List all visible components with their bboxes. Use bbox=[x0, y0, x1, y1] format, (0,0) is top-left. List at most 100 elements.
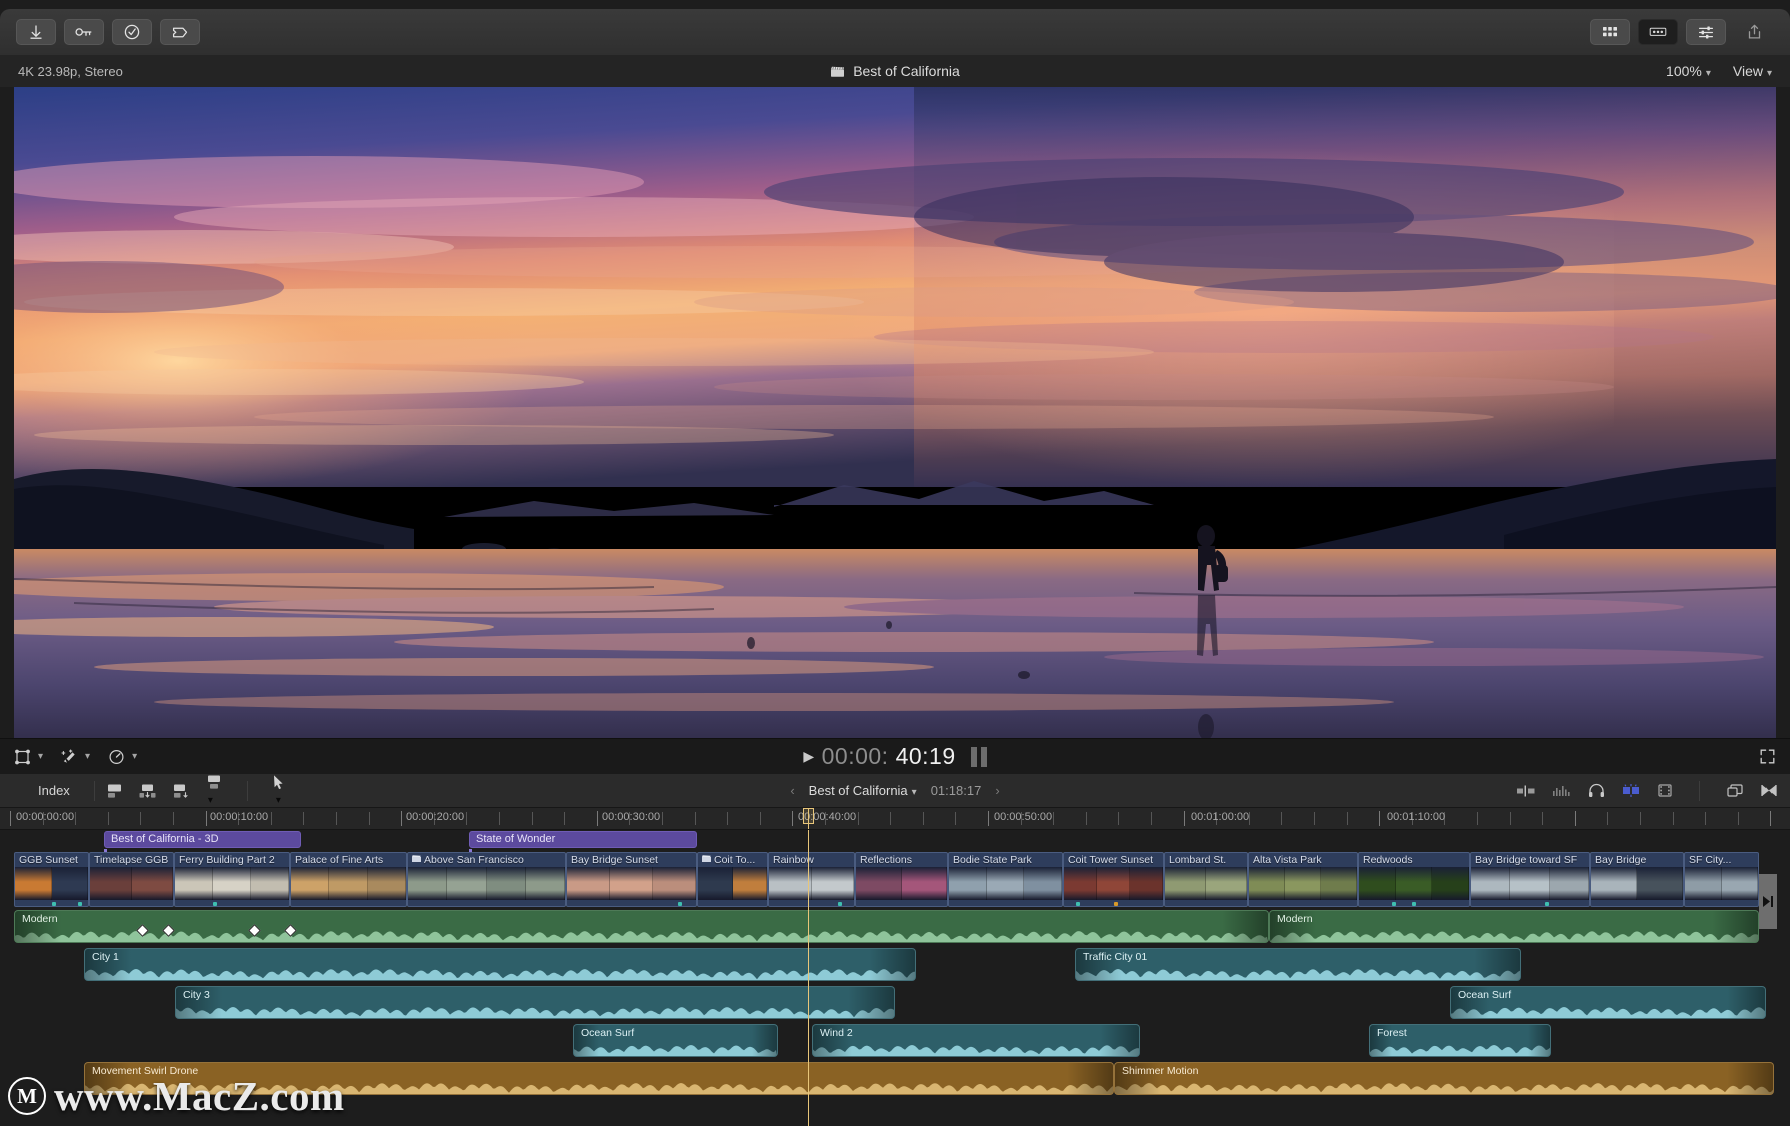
analysis-button[interactable] bbox=[112, 19, 152, 45]
clip-name-label: City 3 bbox=[183, 989, 210, 1001]
ruler-tick bbox=[1509, 812, 1511, 825]
audio-clip[interactable]: City 3 bbox=[175, 986, 895, 1019]
pause-bars-icon bbox=[970, 746, 987, 767]
clip-filmstrip bbox=[769, 867, 854, 900]
import-media-button[interactable] bbox=[16, 19, 56, 45]
macz-logo-icon: M bbox=[8, 1077, 46, 1115]
playhead-handle[interactable] bbox=[803, 808, 814, 824]
title-clip[interactable]: Best of California - 3D bbox=[104, 831, 301, 848]
browser-button[interactable] bbox=[1590, 19, 1630, 45]
ruler-tick bbox=[1118, 812, 1120, 825]
overwrite-button[interactable]: ▾ bbox=[204, 774, 223, 808]
clip-filmstrip bbox=[291, 867, 406, 900]
clip-appearance-button[interactable] bbox=[1516, 784, 1536, 798]
title-clips-row: Best of California - 3D State of Wonder bbox=[0, 830, 1790, 852]
audio-waveform bbox=[15, 929, 1268, 942]
video-clip[interactable]: SF City... bbox=[1684, 852, 1759, 907]
ruler-tick bbox=[1672, 812, 1674, 825]
ruler-tick bbox=[75, 812, 77, 825]
video-clip[interactable]: Bay Bridge bbox=[1590, 852, 1684, 907]
video-clip[interactable]: Bay Bridge toward SF bbox=[1470, 852, 1590, 907]
connect-button[interactable] bbox=[105, 783, 124, 799]
video-clip[interactable]: Bodie State Park bbox=[948, 852, 1063, 907]
viewer-canvas[interactable] bbox=[14, 87, 1776, 738]
collapse-timeline-button[interactable] bbox=[1760, 783, 1778, 798]
video-clip[interactable]: Bay Bridge Sunset bbox=[566, 852, 697, 907]
video-clip[interactable]: Reflections bbox=[855, 852, 948, 907]
chevron-right-icon[interactable]: › bbox=[995, 783, 999, 798]
headphone-icon[interactable] bbox=[1588, 783, 1605, 798]
skimming-button[interactable] bbox=[1621, 783, 1641, 798]
audio-clip[interactable]: Modern bbox=[1269, 910, 1759, 943]
adjust-button[interactable] bbox=[1686, 19, 1726, 45]
video-clip[interactable]: Coit Tower Sunset bbox=[1063, 852, 1164, 907]
playhead-ruler-marker[interactable] bbox=[803, 808, 814, 829]
video-clip[interactable]: Palace of Fine Arts bbox=[290, 852, 407, 907]
clip-name-label: Coit To... bbox=[698, 853, 767, 868]
retime-tool-button[interactable]: ▾ bbox=[108, 749, 137, 765]
timeline-project-name[interactable]: Best of California ▾ bbox=[809, 783, 917, 798]
append-button[interactable] bbox=[171, 783, 190, 799]
zoom-level-menu[interactable]: 100% ▾ bbox=[1666, 63, 1711, 79]
ruler-tick bbox=[1346, 812, 1348, 825]
audio-clip[interactable]: Ocean Surf bbox=[1450, 986, 1766, 1019]
video-clip[interactable]: Redwoods bbox=[1358, 852, 1470, 907]
clip-keyword-marker bbox=[1076, 902, 1080, 906]
ruler-time-label: 00:00:50:00 bbox=[994, 811, 1053, 823]
clip-name-label: Bodie State Park bbox=[953, 854, 1032, 866]
snapping-button[interactable] bbox=[1657, 783, 1673, 798]
clip-name-label: Modern bbox=[1277, 913, 1313, 925]
enhancements-tool-button[interactable]: ▾ bbox=[61, 748, 90, 765]
timeline-windows-button[interactable] bbox=[1726, 783, 1744, 798]
video-clip[interactable]: Ferry Building Part 2 bbox=[174, 852, 290, 907]
chevron-left-icon[interactable]: ‹ bbox=[790, 783, 794, 798]
watermark: M www.MacZ.com bbox=[8, 1072, 345, 1120]
clip-keyword-marker bbox=[52, 902, 56, 906]
video-clip[interactable]: Alta Vista Park bbox=[1248, 852, 1358, 907]
viewer-controls: 100% ▾ View ▾ bbox=[1666, 63, 1772, 79]
viewer-tool-group: ▾ ▾ ▾ bbox=[14, 748, 137, 765]
audio-clip[interactable]: Wind 2 bbox=[812, 1024, 1140, 1057]
insert-button[interactable] bbox=[138, 783, 157, 799]
video-clip[interactable]: Rainbow bbox=[768, 852, 855, 907]
audio-clip[interactable]: Shimmer Motion bbox=[1114, 1062, 1774, 1095]
video-clip[interactable]: GGB Sunset bbox=[14, 852, 89, 907]
ruler-tick bbox=[1574, 811, 1576, 826]
ruler-tick bbox=[1053, 812, 1055, 825]
inspector-toggle-button[interactable] bbox=[1638, 19, 1678, 45]
keywords-button[interactable] bbox=[64, 19, 104, 45]
effects-badge-icon bbox=[412, 855, 421, 863]
view-menu[interactable]: View ▾ bbox=[1733, 63, 1772, 79]
video-clip[interactable]: Timelapse GGB bbox=[89, 852, 174, 907]
audio-meter-button[interactable] bbox=[1552, 784, 1572, 798]
roles-button[interactable] bbox=[160, 19, 200, 45]
clip-keyword-marker bbox=[213, 902, 217, 906]
ruler-tick bbox=[922, 812, 924, 825]
audio-clip[interactable]: Modern bbox=[14, 910, 1269, 943]
audio-lane: Ocean Surf Wind 2 Forest bbox=[0, 1024, 1790, 1057]
share-button[interactable] bbox=[1734, 19, 1774, 45]
video-clip[interactable]: Coit To... bbox=[697, 852, 768, 907]
audio-waveform bbox=[1270, 929, 1758, 942]
final-cut-pro-window: 4K 23.98p, Stereo Best of California 100… bbox=[0, 0, 1790, 1126]
audio-clip[interactable]: Ocean Surf bbox=[573, 1024, 778, 1057]
audio-waveform bbox=[85, 967, 915, 980]
transform-tool-button[interactable]: ▾ bbox=[14, 749, 43, 765]
project-title-group: Best of California bbox=[0, 63, 1790, 79]
video-clip[interactable]: Lombard St. bbox=[1164, 852, 1248, 907]
end-of-timeline-marker[interactable] bbox=[1759, 874, 1777, 929]
clip-name-label: Ferry Building Part 2 bbox=[179, 854, 275, 866]
timeline-index-toggle[interactable]: Index bbox=[12, 783, 84, 798]
timeline-ruler[interactable]: 00:00:00:00 00:00:10:00 00:00:20:00 00:00:3… bbox=[0, 808, 1790, 830]
select-tool-button[interactable]: ▾ bbox=[272, 774, 285, 808]
video-clip[interactable]: Above San Francisco bbox=[407, 852, 566, 907]
audio-waveform bbox=[574, 1043, 777, 1056]
audio-clip[interactable]: Forest bbox=[1369, 1024, 1551, 1057]
fullscreen-button[interactable] bbox=[1759, 748, 1776, 765]
audio-clip[interactable]: Traffic City 01 bbox=[1075, 948, 1521, 981]
clip-name-label: Rainbow bbox=[773, 854, 814, 866]
title-clip[interactable]: State of Wonder bbox=[469, 831, 697, 848]
ruler-tick bbox=[1314, 812, 1315, 825]
audio-clip[interactable]: City 1 bbox=[84, 948, 916, 981]
clip-name-label: Lombard St. bbox=[1169, 854, 1227, 866]
